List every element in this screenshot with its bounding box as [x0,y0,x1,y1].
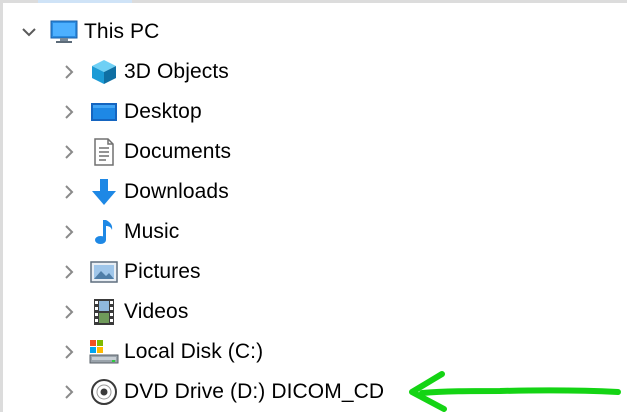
pictures-icon [88,258,120,286]
chevron-right-icon[interactable] [60,223,78,241]
tree-item-label: Desktop [124,100,202,123]
navigation-tree: This PC 3D Objects Desktop Documents Dow… [0,0,627,412]
tree-item-desktop[interactable]: Desktop [60,94,202,130]
chevron-right-icon[interactable] [60,383,78,401]
tree-item-label: Downloads [124,180,229,203]
chevron-right-icon[interactable] [60,183,78,201]
tree-item-videos[interactable]: Videos [60,294,188,330]
dvd-drive-icon [88,378,120,406]
tree-item-3d-objects[interactable]: 3D Objects [60,54,229,90]
chevron-right-icon[interactable] [60,263,78,281]
downloads-icon [88,178,120,206]
tree-item-label: Documents [124,140,232,163]
desktop-icon [88,98,120,126]
tree-item-documents[interactable]: Documents [60,134,231,170]
tree-item-label: This PC [84,20,160,43]
chevron-right-icon[interactable] [60,343,78,361]
tree-item-this-pc[interactable]: This PC [20,14,159,50]
tree-item-music[interactable]: Music [60,214,179,250]
chevron-right-icon[interactable] [60,103,78,121]
chevron-right-icon[interactable] [60,303,78,321]
tree-item-dvd-drive-d[interactable]: DVD Drive (D:) DICOM_CD [60,374,384,410]
green-arrow-icon [409,371,621,412]
documents-icon [88,138,120,166]
3d-objects-icon [88,58,120,86]
tree-item-local-disk-c[interactable]: Local Disk (C:) [60,334,263,370]
videos-icon [88,298,120,326]
tree-item-pictures[interactable]: Pictures [60,254,201,290]
tree-item-label: Music [124,220,180,243]
tree-item-label: Pictures [124,260,201,283]
tree-item-label: Local Disk (C:) [124,340,264,363]
tree-item-label: Videos [124,300,189,323]
monitor-icon [48,18,80,46]
tree-item-label: 3D Objects [124,60,229,83]
hard-drive-icon [88,338,120,366]
tree-item-downloads[interactable]: Downloads [60,174,229,210]
tree-item-label: DVD Drive (D:) DICOM_CD [124,380,385,403]
music-icon [88,218,120,246]
chevron-right-icon[interactable] [60,63,78,81]
chevron-down-icon[interactable] [20,23,38,41]
chevron-right-icon[interactable] [60,143,78,161]
